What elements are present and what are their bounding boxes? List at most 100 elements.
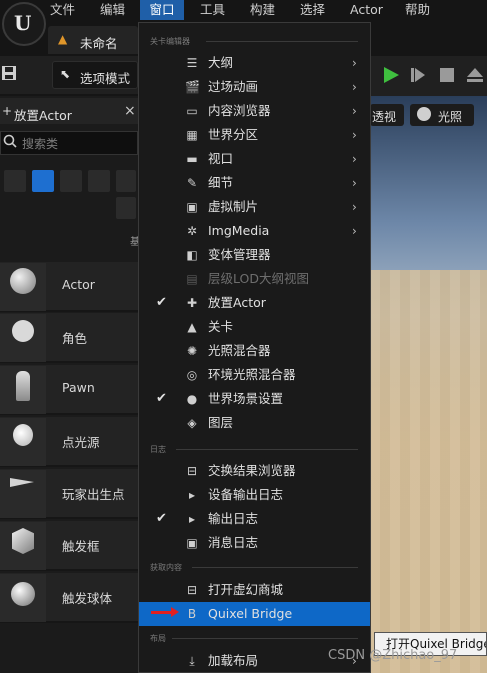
viewport-icon: ▬ xyxy=(186,152,198,166)
viewport-ground xyxy=(370,270,487,673)
cinematic-category-icon[interactable] xyxy=(88,170,110,192)
search-icon xyxy=(3,134,17,151)
section-divider xyxy=(192,567,358,568)
menu-item-label: 打开虚幻商城 xyxy=(208,582,284,597)
menu-item-label: 过场动画 xyxy=(208,79,259,94)
pawn-glyph xyxy=(16,371,30,401)
menu-item-label: 关卡 xyxy=(208,319,234,334)
lights-category-icon[interactable] xyxy=(60,170,82,192)
actor-item-label: Actor xyxy=(62,277,95,292)
check-mark-icon: ✔ xyxy=(156,295,167,310)
light-mixer-icon: ✺ xyxy=(186,344,198,358)
selection-mode-label: 选项模式 xyxy=(80,71,131,86)
lighting-icon xyxy=(417,107,431,121)
actor-item-label: 触发框 xyxy=(62,539,100,554)
variant-manager-icon: ◧ xyxy=(186,248,198,262)
section-header-get-content: 获取内容 xyxy=(150,563,182,572)
search-input[interactable] xyxy=(0,131,138,155)
recent-category-icon[interactable] xyxy=(4,170,26,192)
device-log-icon: ▸ xyxy=(188,488,196,502)
section-divider xyxy=(172,638,358,639)
menu-item-label: Quixel Bridge xyxy=(208,606,293,621)
close-icon[interactable]: × xyxy=(124,103,136,119)
menu-item-label: 层级LOD大纲视图 xyxy=(208,271,309,286)
menu-item-label: 虚拟制片 xyxy=(208,199,259,214)
actor-item-label: 触发球体 xyxy=(62,591,113,606)
red-arrow-head-icon xyxy=(171,607,179,617)
submenu-arrow-icon: › xyxy=(352,128,357,142)
quixel-bridge-icon: B xyxy=(187,607,197,621)
menu-item-label: 输出日志 xyxy=(208,511,259,526)
menu-item-label: 内容浏览器 xyxy=(208,103,271,118)
perspective-label: 透视 xyxy=(372,110,397,124)
submenu-arrow-icon: › xyxy=(352,80,357,94)
menu-item-details[interactable] xyxy=(139,171,370,195)
virtual-production-icon: ▣ xyxy=(186,200,198,214)
content-browser-icon: ▭ xyxy=(186,104,198,118)
submenu-arrow-icon: › xyxy=(352,176,357,190)
section-header-layout: 布局 xyxy=(150,634,166,643)
character-glyph xyxy=(12,320,34,342)
menu-item-label: 变体管理器 xyxy=(208,247,271,262)
search-placeholder: 搜索类 xyxy=(22,137,59,151)
menu-tools[interactable]: 工具 xyxy=(200,0,232,20)
section-divider xyxy=(176,449,358,450)
place-actor-icon: ✚ xyxy=(186,296,198,310)
place-actor-tab-label: 放置Actor xyxy=(14,108,72,123)
unreal-logo-glyph: U xyxy=(14,11,32,35)
geometry-category-icon[interactable] xyxy=(116,197,136,219)
menu-item-levels[interactable] xyxy=(139,315,370,339)
menu-item-layers[interactable] xyxy=(139,411,370,435)
submenu-arrow-icon: › xyxy=(352,104,357,118)
layers-icon: ◈ xyxy=(187,416,197,430)
outliner-icon: ☰ xyxy=(186,56,198,70)
world-partition-icon: ▦ xyxy=(186,128,198,142)
player-start-icon xyxy=(0,470,46,518)
menu-item-label: 世界分区 xyxy=(208,127,259,142)
selection-mode-icon: ⬉ xyxy=(60,67,71,81)
save-icon[interactable] xyxy=(0,64,22,88)
menu-item-label: 图层 xyxy=(208,415,234,430)
submenu-arrow-icon: › xyxy=(352,152,357,166)
levels-icon: ▲ xyxy=(187,320,197,334)
check-mark-icon: ✔ xyxy=(156,511,167,526)
actor-item-label: Pawn xyxy=(62,380,95,395)
menu-item-label: 环境光照混合器 xyxy=(208,367,296,382)
interchange-icon: ⊟ xyxy=(186,464,198,478)
menu-item-label: 细节 xyxy=(208,175,234,190)
imgmedia-icon: ✲ xyxy=(186,224,198,238)
actor-sphere-glyph xyxy=(10,268,36,294)
play-icon[interactable] xyxy=(382,66,400,87)
menu-select[interactable]: 选择 xyxy=(300,0,332,20)
step-forward-icon[interactable] xyxy=(410,66,428,87)
lighting-label: 光照 xyxy=(438,110,463,124)
menu-item-viewport[interactable] xyxy=(139,147,370,171)
menu-build[interactable]: 构建 xyxy=(250,0,282,20)
menu-file[interactable]: 文件 xyxy=(50,0,82,20)
menu-edit[interactable]: 编辑 xyxy=(100,0,132,20)
menu-item-label: 加载布局 xyxy=(208,653,259,668)
env-light-mixer-icon: ◎ xyxy=(186,368,198,382)
menu-item-label: 消息日志 xyxy=(208,535,259,550)
sphere-glyph xyxy=(11,582,35,606)
stop-icon[interactable] xyxy=(440,68,454,82)
submenu-arrow-icon: › xyxy=(352,654,357,668)
eject-icon[interactable] xyxy=(466,66,484,87)
visual-effects-category-icon[interactable] xyxy=(116,170,136,192)
menu-window[interactable]: 窗口 xyxy=(140,0,184,20)
menu-item-label: 世界场景设置 xyxy=(208,391,284,406)
menu-actor[interactable]: Actor xyxy=(350,0,390,20)
hlod-icon: ▤ xyxy=(186,272,198,286)
basic-category-icon[interactable] xyxy=(32,170,54,192)
output-log-icon: ▸ xyxy=(188,512,196,526)
menu-help[interactable]: 帮助 xyxy=(405,0,437,20)
submenu-arrow-icon: › xyxy=(352,56,357,70)
section-header-level-editor: 关卡编辑器 xyxy=(150,37,190,46)
menu-item-outliner[interactable] xyxy=(139,51,370,75)
red-arrow-annotation-icon xyxy=(151,611,173,614)
section-header-log: 日志 xyxy=(150,445,166,454)
marketplace-icon: ⊟ xyxy=(186,583,198,597)
menu-item-label: 视口 xyxy=(208,151,234,166)
menu-item-label: 放置Actor xyxy=(208,295,266,310)
actor-item-label: 角色 xyxy=(62,331,88,346)
